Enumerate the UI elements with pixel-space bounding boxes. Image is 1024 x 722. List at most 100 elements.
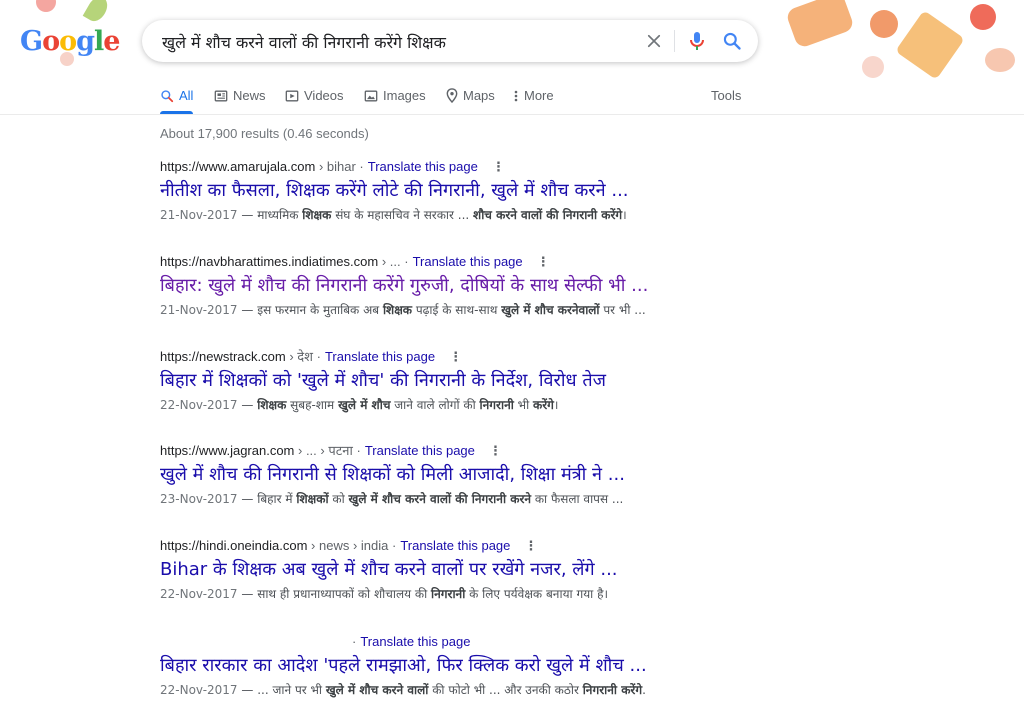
result-date: 21-Nov-2017: [160, 208, 238, 222]
doodle-decoration: [784, 0, 856, 50]
result-date: 22-Nov-2017: [160, 398, 238, 412]
tab-news[interactable]: News: [214, 88, 266, 103]
result-site[interactable]: https://navbharattimes.indiatimes.com: [160, 254, 378, 269]
snippet-text: — इस फरमान के मुताबिक अब: [237, 303, 383, 317]
separator: ·: [388, 538, 397, 553]
tab-label: Tools: [711, 88, 742, 103]
tab-videos[interactable]: Videos: [285, 88, 344, 103]
logo-letter: l: [93, 26, 104, 57]
snippet-highlight: करेंगे: [533, 398, 554, 412]
result-breadcrumb: › ... › पटना: [294, 443, 353, 458]
doodle-decoration: [862, 56, 884, 78]
header: Google: [0, 0, 1024, 82]
snippet-highlight: खुले में शौच करने वालों की निगरानी करने: [348, 492, 532, 506]
separator: [674, 30, 675, 52]
doodle-decoration: [82, 0, 112, 25]
search-icon[interactable]: [720, 29, 744, 53]
search-result: https://www.jagran.com › ... › पटना · Tra…: [160, 442, 860, 508]
snippet-text: — ... जाने पर भी: [237, 683, 326, 697]
snippet-highlight: खुले में शौच करनेवालों: [501, 303, 600, 317]
tools-button[interactable]: Tools: [711, 88, 741, 103]
search-result: · Translate this page बिहार रारकार का आदेश…: [160, 633, 860, 699]
snippet-highlight: निगरानी: [479, 398, 514, 412]
microphone-icon[interactable]: [685, 29, 709, 53]
logo-letter: g: [76, 26, 95, 57]
search-result: https://navbharattimes.indiatimes.com › …: [160, 253, 860, 319]
result-title-link[interactable]: बिहार रारकार का आदेश 'पहले रामझाओ, फिर क…: [160, 653, 860, 679]
separator: ·: [352, 443, 361, 458]
tab-more[interactable]: More: [513, 88, 554, 103]
translate-link[interactable]: Translate this page: [413, 254, 523, 269]
snippet-text: — साथ ही प्रधानाध्यापकों को शौचालय की: [237, 587, 432, 601]
search-icon: [161, 89, 174, 102]
divider: [0, 114, 1024, 115]
result-title-link[interactable]: बिहार: खुले में शौच की निगरानी करेंगे गु…: [160, 273, 860, 299]
result-snippet: 23-Nov-2017 — बिहार में शिक्षकों को खुले…: [160, 490, 860, 508]
snippet-text: ।: [622, 208, 627, 222]
search-box[interactable]: [142, 20, 758, 64]
tab-label: Maps: [463, 88, 495, 103]
more-options-icon[interactable]: ⋮: [537, 254, 550, 269]
snippet-highlight: खुले में शौच करने वालों: [325, 683, 429, 697]
tab-maps[interactable]: Maps: [446, 88, 495, 103]
result-site[interactable]: https://hindi.oneindia.com: [160, 538, 307, 553]
result-url: https://www.jagran.com › ... › पटना · Tra…: [160, 442, 860, 460]
snippet-highlight: निगरानी: [431, 587, 466, 601]
snippet-text: भी: [513, 398, 534, 412]
more-options-icon[interactable]: ⋮: [524, 538, 537, 553]
result-title-link[interactable]: खुले में शौच की निगरानी से शिक्षकों को म…: [160, 462, 860, 488]
more-options-icon[interactable]: ⋮: [489, 443, 502, 458]
result-title-link[interactable]: बिहार में शिक्षकों को 'खुले में शौच' की …: [160, 368, 860, 394]
result-title-link[interactable]: Bihar के शिक्षक अब खुले में शौच करने वाल…: [160, 557, 860, 583]
more-options-icon[interactable]: ⋮: [449, 349, 462, 364]
translate-link[interactable]: Translate this page: [360, 634, 470, 649]
logo-letter: o: [42, 26, 60, 57]
result-site[interactable]: https://www.jagran.com: [160, 443, 294, 458]
result-site[interactable]: https://newstrack.com: [160, 349, 286, 364]
result-breadcrumb: › news › india: [307, 538, 389, 553]
result-url: https://hindi.oneindia.com › news › indi…: [160, 537, 860, 555]
snippet-text: — बिहार में: [237, 492, 297, 506]
doodle-decoration: [895, 10, 965, 80]
logo-letter: e: [103, 26, 120, 57]
result-title-link[interactable]: नीतीश का फैसला, शिक्षक करेंगे लोटे की नि…: [160, 178, 860, 204]
translate-link[interactable]: Translate this page: [365, 443, 475, 458]
snippet-text: को: [328, 492, 349, 506]
tab-label: News: [233, 88, 266, 103]
snippet-text: के लिए पर्यवेक्षक बनाया गया है।: [465, 587, 609, 601]
translate-link[interactable]: Translate this page: [368, 159, 478, 174]
tab-images[interactable]: Images: [364, 88, 426, 103]
tab-label: Images: [383, 88, 426, 103]
doodle-decoration: [985, 48, 1015, 72]
snippet-text: —: [237, 398, 258, 412]
result-site[interactable]: https://www.amarujala.com: [160, 159, 315, 174]
result-snippet: 22-Nov-2017 — ... जाने पर भी खुले में शौ…: [160, 681, 860, 699]
search-result: https://hindi.oneindia.com › news › indi…: [160, 537, 860, 603]
result-breadcrumb: › देश: [285, 349, 314, 364]
more-options-icon[interactable]: ⋮: [492, 159, 505, 174]
clear-icon[interactable]: [642, 29, 666, 53]
snippet-text: पढ़ाई के साथ-साथ: [412, 303, 502, 317]
tab-all[interactable]: All: [160, 88, 193, 103]
snippet-text: — माध्यमिक: [237, 208, 303, 222]
doodle-decoration: [36, 0, 56, 12]
snippet-highlight: निगरानी करेंगे: [582, 683, 643, 697]
result-url: · Translate this page: [160, 633, 860, 651]
separator: ·: [352, 634, 357, 649]
snippet-text: ।: [553, 398, 559, 412]
search-result: https://newstrack.com › देश · Translate t…: [160, 348, 860, 414]
result-date: 22-Nov-2017: [160, 683, 238, 697]
result-date: 23-Nov-2017: [160, 492, 238, 506]
snippet-text: सुबह-शाम: [286, 398, 339, 412]
news-icon: [214, 90, 228, 101]
search-result: https://www.amarujala.com › bihar · Trans…: [160, 158, 860, 224]
google-doodle-logo[interactable]: Google: [20, 26, 120, 57]
result-url: https://newstrack.com › देश · Translate t…: [160, 348, 860, 366]
translate-link[interactable]: Translate this page: [325, 349, 435, 364]
map-pin-icon: [446, 88, 458, 103]
snippet-highlight: शौच करने वालों की निगरानी करेंगे: [473, 208, 623, 222]
translate-link[interactable]: Translate this page: [400, 538, 510, 553]
search-input[interactable]: [160, 20, 644, 64]
video-icon: [285, 90, 299, 101]
result-snippet: 22-Nov-2017 — शिक्षक सुबह-शाम खुले में श…: [160, 396, 860, 414]
